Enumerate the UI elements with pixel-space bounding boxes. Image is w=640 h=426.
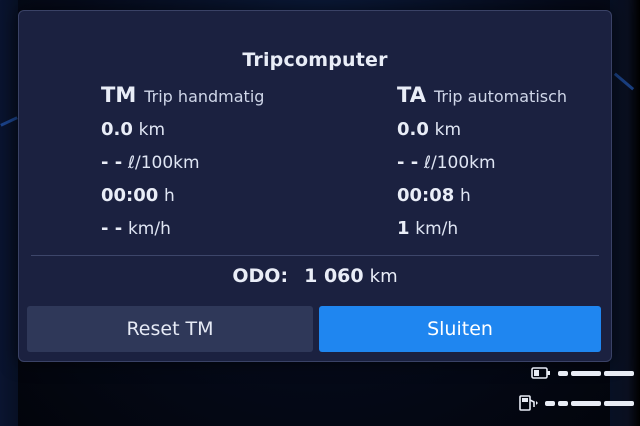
trip-time: 00:00 h <box>101 179 264 212</box>
trip-distance: 0.0 km <box>101 113 264 146</box>
consumption-value: - - <box>397 152 419 173</box>
time-unit: h <box>460 186 471 206</box>
trip-manual-header: TM Trip handmatig <box>101 83 264 113</box>
odometer-value: 1 060 <box>304 265 364 287</box>
trip-name: Trip handmatig <box>144 87 265 106</box>
trip-consumption: - - ℓ/100km <box>397 146 567 179</box>
trip-distance: 0.0 km <box>397 113 567 146</box>
distance-value: 0.0 <box>397 119 429 140</box>
consumption-unit: ℓ/100km <box>423 153 496 173</box>
trip-manual-column: TM Trip handmatig 0.0 km - - ℓ/100km 00:… <box>101 83 264 245</box>
odometer-unit: km <box>369 266 398 287</box>
fuel-pump-icon <box>519 395 538 411</box>
reset-tm-button[interactable]: Reset TM <box>27 306 313 352</box>
time-value: 00:08 <box>397 185 455 206</box>
trip-speed: 1 km/h <box>397 212 567 245</box>
tripcomputer-dialog: Tripcomputer TM Trip handmatig 0.0 km - … <box>18 10 612 362</box>
speed-value: 1 <box>397 218 410 239</box>
speed-unit: km/h <box>415 219 459 239</box>
trip-consumption: - - ℓ/100km <box>101 146 264 179</box>
consumption-value: - - <box>101 152 123 173</box>
trip-time: 00:08 h <box>397 179 567 212</box>
battery-gauge <box>530 364 634 382</box>
distance-unit: km <box>138 120 166 140</box>
map-background-left <box>0 0 18 426</box>
speed-value: - - <box>101 218 123 239</box>
trip-name: Trip automatisch <box>433 87 568 106</box>
trip-code: TM <box>101 83 137 107</box>
divider <box>31 255 599 256</box>
distance-unit: km <box>434 120 462 140</box>
fuel-gauge <box>517 394 634 412</box>
trip-speed: - - km/h <box>101 212 264 245</box>
speed-unit: km/h <box>127 219 171 239</box>
battery-icon <box>531 367 550 379</box>
trip-automatic-header: TA Trip automatisch <box>397 83 567 113</box>
trip-code: TA <box>397 83 426 107</box>
odometer-label: ODO: <box>232 265 289 287</box>
consumption-unit: ℓ/100km <box>127 153 200 173</box>
close-button[interactable]: Sluiten <box>319 306 601 352</box>
fuel-level-bar <box>545 400 634 406</box>
trip-automatic-column: TA Trip automatisch 0.0 km - - ℓ/100km 0… <box>397 83 567 245</box>
odometer: ODO: 1 060 km <box>19 265 611 287</box>
time-unit: h <box>164 186 175 206</box>
time-value: 00:00 <box>101 185 159 206</box>
battery-level-bar <box>558 370 634 376</box>
dialog-title: Tripcomputer <box>242 49 388 71</box>
map-background-right <box>610 0 640 426</box>
distance-value: 0.0 <box>101 119 133 140</box>
